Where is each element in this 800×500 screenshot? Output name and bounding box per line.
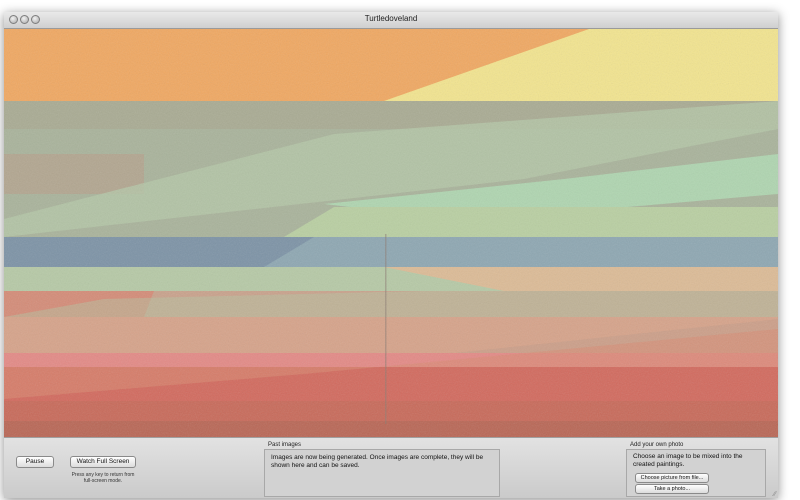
full-screen-hint: Press any key to return from full-screen… (71, 472, 135, 484)
control-panel: Pause Watch Full Screen Press any key to… (4, 437, 778, 498)
app-window: Turtledoveland Pause Watch Full Screen P… (4, 12, 778, 498)
add-photo-description: Choose an image to be mixed into the cre… (633, 453, 743, 468)
painting-image (4, 29, 778, 437)
generative-painting-canvas (4, 29, 778, 437)
take-photo-button[interactable]: Take a photo... (635, 484, 709, 494)
past-images-label: Past images (268, 442, 302, 448)
past-images-panel: Images are now being generated. Once ima… (264, 449, 500, 497)
window-title: Turtledoveland (364, 14, 418, 23)
choose-picture-from-file-button[interactable]: Choose picture from file... (635, 473, 709, 483)
add-photo-label: Add your own photo (630, 442, 684, 448)
add-photo-panel: Choose an image to be mixed into the cre… (626, 449, 766, 497)
watch-full-screen-button[interactable]: Watch Full Screen (70, 456, 136, 468)
resize-grip-icon[interactable]: ∕∕ (774, 491, 776, 498)
pause-button[interactable]: Pause (16, 456, 54, 468)
title-bar[interactable]: Turtledoveland (4, 12, 778, 29)
past-images-message: Images are now being generated. Once ima… (271, 454, 484, 469)
